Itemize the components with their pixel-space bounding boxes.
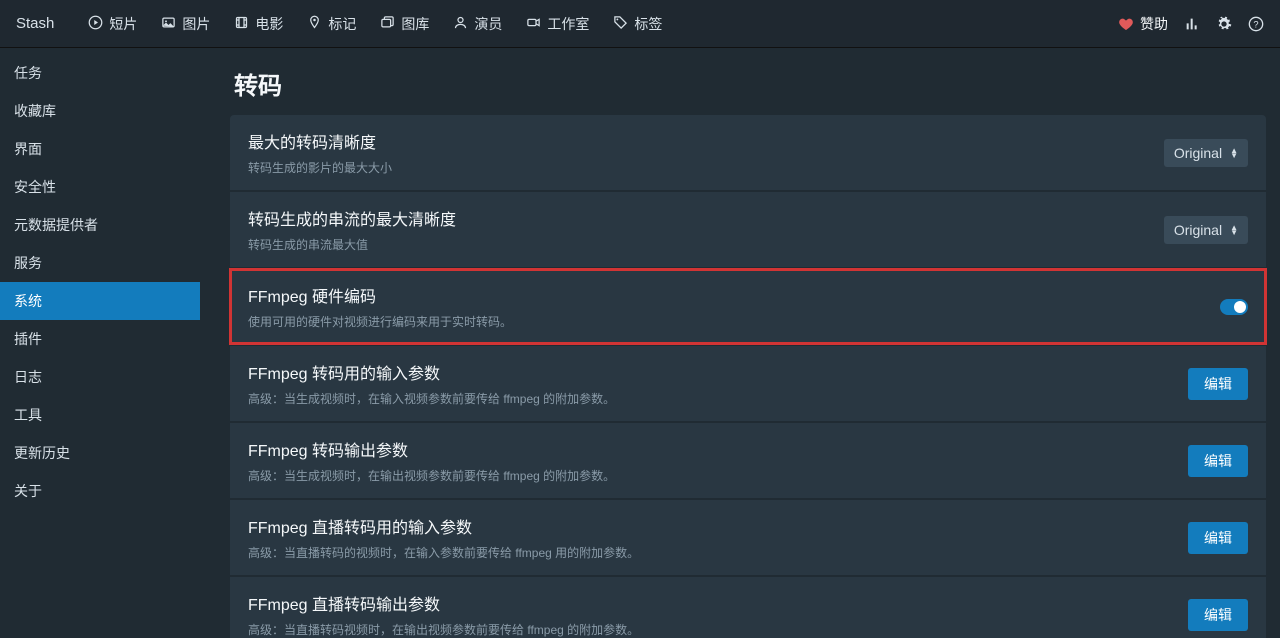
nav-item-gallery[interactable]: 图库 (370, 8, 439, 40)
nav-item-film[interactable]: 电影 (224, 8, 293, 40)
tag-icon (613, 15, 628, 33)
camera-icon (526, 15, 541, 33)
nav-label: 标签 (634, 14, 662, 34)
nav-label: 标记 (328, 14, 356, 34)
sidebar-item[interactable]: 系统 (0, 282, 200, 320)
sidebar-item[interactable]: 任务 (0, 54, 200, 92)
sponsor-label: 赞助 (1140, 14, 1168, 34)
heart-icon (1118, 16, 1134, 32)
nav-item-image[interactable]: 图片 (151, 8, 220, 40)
select-dropdown[interactable]: Original ▲▼ (1164, 216, 1248, 244)
nav-items: 短片 图片 电影 标记 图库 演员 工作室 标签 (78, 8, 1118, 40)
setting-text: 转码生成的串流的最大清晰度转码生成的串流最大值 (248, 206, 456, 253)
setting-text: 最大的转码清晰度转码生成的影片的最大大小 (248, 129, 392, 176)
setting-row: 转码生成的串流的最大清晰度转码生成的串流最大值 Original ▲▼ (230, 192, 1266, 267)
setting-row: FFmpeg 直播转码输出参数高级：当直播转码视频时，在输出视频参数前要传给 f… (230, 577, 1266, 638)
user-icon (453, 15, 468, 33)
sidebar-item[interactable]: 更新历史 (0, 434, 200, 472)
nav-item-tag[interactable]: 标签 (603, 8, 672, 40)
nav-label: 电影 (255, 14, 283, 34)
sponsor-link[interactable]: 赞助 (1118, 14, 1168, 34)
sidebar-item[interactable]: 安全性 (0, 168, 200, 206)
sidebar-item[interactable]: 服务 (0, 244, 200, 282)
setting-text: FFmpeg 直播转码输出参数高级：当直播转码视频时，在输出视频参数前要传给 f… (248, 591, 639, 638)
setting-subtitle: 高级：当生成视频时，在输出视频参数前要传给 ffmpeg 的附加参数。 (248, 467, 615, 484)
nav-label: 短片 (109, 14, 137, 34)
setting-subtitle: 高级：当直播转码的视频时，在输入参数前要传给 ffmpeg 用的附加参数。 (248, 544, 639, 561)
setting-text: FFmpeg 转码输出参数高级：当生成视频时，在输出视频参数前要传给 ffmpe… (248, 437, 615, 484)
setting-row: 最大的转码清晰度转码生成的影片的最大大小 Original ▲▼ (230, 115, 1266, 190)
sort-icon: ▲▼ (1230, 148, 1238, 158)
setting-row: FFmpeg 转码用的输入参数高级：当生成视频时，在输入视频参数前要传给 ffm… (230, 346, 1266, 421)
setting-title: FFmpeg 直播转码输出参数 (248, 591, 639, 615)
setting-title: FFmpeg 硬件编码 (248, 283, 512, 307)
setting-subtitle: 转码生成的影片的最大大小 (248, 159, 392, 176)
setting-title: 最大的转码清晰度 (248, 129, 392, 153)
nav-item-marker[interactable]: 标记 (297, 8, 366, 40)
settings-sidebar: 任务收藏库界面安全性元数据提供者服务系统插件日志工具更新历史关于 (0, 48, 200, 638)
edit-button[interactable]: 编辑 (1188, 522, 1248, 554)
select-value: Original (1174, 145, 1222, 161)
setting-text: FFmpeg 直播转码用的输入参数高级：当直播转码的视频时，在输入参数前要传给 … (248, 514, 639, 561)
film-icon (234, 15, 249, 33)
setting-subtitle: 转码生成的串流最大值 (248, 236, 456, 253)
nav-label: 演员 (474, 14, 502, 34)
toggle-switch[interactable] (1220, 299, 1248, 315)
image-icon (161, 15, 176, 33)
sidebar-item[interactable]: 工具 (0, 396, 200, 434)
sidebar-item[interactable]: 插件 (0, 320, 200, 358)
sort-icon: ▲▼ (1230, 225, 1238, 235)
settings-main: 转码 最大的转码清晰度转码生成的影片的最大大小Original▲▼转码生成的串流… (200, 48, 1280, 638)
nav-item-user[interactable]: 演员 (443, 8, 512, 40)
select-dropdown[interactable]: Original ▲▼ (1164, 139, 1248, 167)
gallery-icon (380, 15, 395, 33)
edit-button[interactable]: 编辑 (1188, 599, 1248, 631)
edit-button[interactable]: 编辑 (1188, 445, 1248, 477)
setting-row: FFmpeg 转码输出参数高级：当生成视频时，在输出视频参数前要传给 ffmpe… (230, 423, 1266, 498)
section-title-transcode: 转码 (234, 66, 1266, 101)
sidebar-item[interactable]: 界面 (0, 130, 200, 168)
top-nav: Stash 短片 图片 电影 标记 图库 演员 工作室 标签 赞助 ? (0, 0, 1280, 48)
setting-row: FFmpeg 硬件编码使用可用的硬件对视频进行编码来用于实时转码。 (230, 269, 1266, 344)
setting-title: FFmpeg 转码输出参数 (248, 437, 615, 461)
sidebar-item[interactable]: 元数据提供者 (0, 206, 200, 244)
nav-item-play[interactable]: 短片 (78, 8, 147, 40)
setting-title: FFmpeg 直播转码用的输入参数 (248, 514, 639, 538)
gear-icon[interactable] (1216, 16, 1232, 32)
edit-button[interactable]: 编辑 (1188, 368, 1248, 400)
marker-icon (307, 15, 322, 33)
nav-item-camera[interactable]: 工作室 (516, 8, 599, 40)
setting-subtitle: 使用可用的硬件对视频进行编码来用于实时转码。 (248, 313, 512, 330)
setting-title: 转码生成的串流的最大清晰度 (248, 206, 456, 230)
setting-subtitle: 高级：当生成视频时，在输入视频参数前要传给 ffmpeg 的附加参数。 (248, 390, 615, 407)
setting-text: FFmpeg 转码用的输入参数高级：当生成视频时，在输入视频参数前要传给 ffm… (248, 360, 615, 407)
play-icon (88, 15, 103, 33)
nav-label: 工作室 (547, 14, 589, 34)
nav-label: 图片 (182, 14, 210, 34)
setting-subtitle: 高级：当直播转码视频时，在输出视频参数前要传给 ffmpeg 的附加参数。 (248, 621, 639, 638)
help-icon[interactable]: ? (1248, 16, 1264, 32)
stats-icon[interactable] (1184, 16, 1200, 32)
setting-row: FFmpeg 直播转码用的输入参数高级：当直播转码的视频时，在输入参数前要传给 … (230, 500, 1266, 575)
nav-label: 图库 (401, 14, 429, 34)
setting-title: FFmpeg 转码用的输入参数 (248, 360, 615, 384)
setting-text: FFmpeg 硬件编码使用可用的硬件对视频进行编码来用于实时转码。 (248, 283, 512, 330)
sidebar-item[interactable]: 日志 (0, 358, 200, 396)
nav-right: 赞助 ? (1118, 14, 1264, 34)
sidebar-item[interactable]: 关于 (0, 472, 200, 510)
sidebar-item[interactable]: 收藏库 (0, 92, 200, 130)
brand-logo[interactable]: Stash (16, 15, 54, 32)
select-value: Original (1174, 222, 1222, 238)
svg-text:?: ? (1253, 19, 1258, 29)
